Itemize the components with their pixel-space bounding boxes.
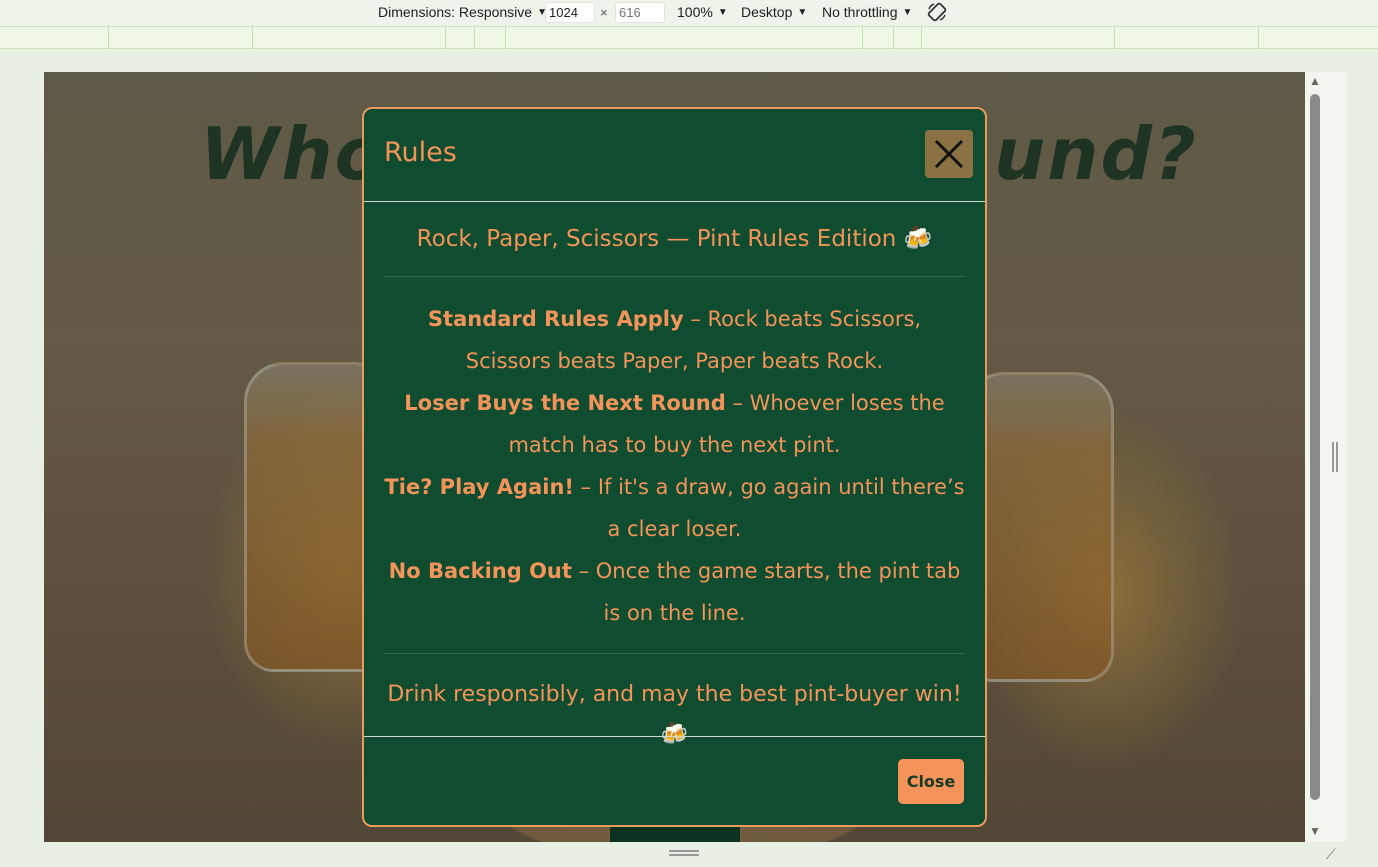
modal-body: Rock, Paper, Scissors — Pint Rules Editi… [384, 219, 965, 755]
subtitle-text: Rock, Paper, Scissors — Pint Rules Editi… [416, 226, 897, 252]
rule-title: No Backing Out [388, 559, 572, 583]
rules-list: Standard Rules Apply – Rock beats Scisso… [384, 277, 965, 654]
scroll-up-icon[interactable]: ▲ [1309, 74, 1321, 88]
rotate-icon[interactable] [926, 1, 948, 23]
width-input[interactable] [545, 2, 595, 23]
modal-footer: Close [364, 736, 985, 825]
close-icon-button[interactable] [925, 130, 973, 178]
height-input[interactable] [615, 2, 665, 23]
rule-item: Standard Rules Apply – Rock beats Scisso… [384, 298, 965, 382]
zoom-dropdown[interactable]: 100% ▼ [677, 4, 728, 20]
rule-item: Tie? Play Again! – If it's a draw, go ag… [384, 466, 965, 550]
modal-header: Rules [364, 109, 985, 202]
dimensions-label: Dimensions: Responsive [378, 4, 533, 20]
throttling-dropdown[interactable]: No throttling ▼ [822, 4, 912, 20]
rule-title: Loser Buys the Next Round [404, 391, 726, 415]
chevron-down-icon: ▼ [902, 6, 913, 18]
rule-title: Standard Rules Apply [427, 307, 684, 331]
modal-title: Rules [384, 137, 457, 168]
rules-modal: Rules Rock, Paper, Scissors — Pint Rules… [362, 107, 987, 827]
rule-text: – If it's a draw, go again until there’s… [573, 475, 965, 541]
rule-text: – Once the game starts, the pint tab is … [571, 559, 961, 625]
resize-handle-bottom[interactable] [669, 850, 699, 856]
rule-item: No Backing Out – Once the game starts, t… [384, 550, 965, 634]
rule-item: Loser Buys the Next Round – Whoever lose… [384, 382, 965, 466]
throttling-label: No throttling [822, 4, 898, 20]
media-query-ruler[interactable] [0, 26, 1378, 49]
device-label: Desktop [741, 4, 793, 20]
scroll-down-icon[interactable]: ▼ [1309, 824, 1321, 838]
beer-icon: 🍻 [903, 226, 933, 252]
dimensions-dropdown[interactable]: Dimensions: Responsive ▼ [378, 4, 547, 20]
rule-title: Tie? Play Again! [384, 475, 574, 499]
rules-subtitle: Rock, Paper, Scissors — Pint Rules Editi… [384, 219, 965, 277]
resize-corner-icon[interactable]: ⟋ [1326, 846, 1336, 863]
resize-handle-right[interactable] [1332, 442, 1338, 472]
times-separator: × [600, 5, 608, 20]
footer-note-text: Drink responsibly, and may the best pint… [387, 682, 962, 707]
chevron-down-icon: ▼ [797, 6, 808, 18]
device-dropdown[interactable]: Desktop ▼ [741, 4, 807, 20]
close-button[interactable]: Close [898, 759, 964, 804]
close-icon [934, 139, 964, 169]
page-button-partial [610, 827, 740, 842]
zoom-label: 100% [677, 4, 713, 20]
chevron-down-icon: ▼ [717, 6, 728, 18]
vertical-scrollbar[interactable]: ▲ ▼ [1305, 72, 1326, 842]
devtools-device-toolbar: Dimensions: Responsive ▼ × 100% ▼ Deskto… [0, 0, 1378, 26]
scrollbar-thumb[interactable] [1310, 94, 1320, 800]
